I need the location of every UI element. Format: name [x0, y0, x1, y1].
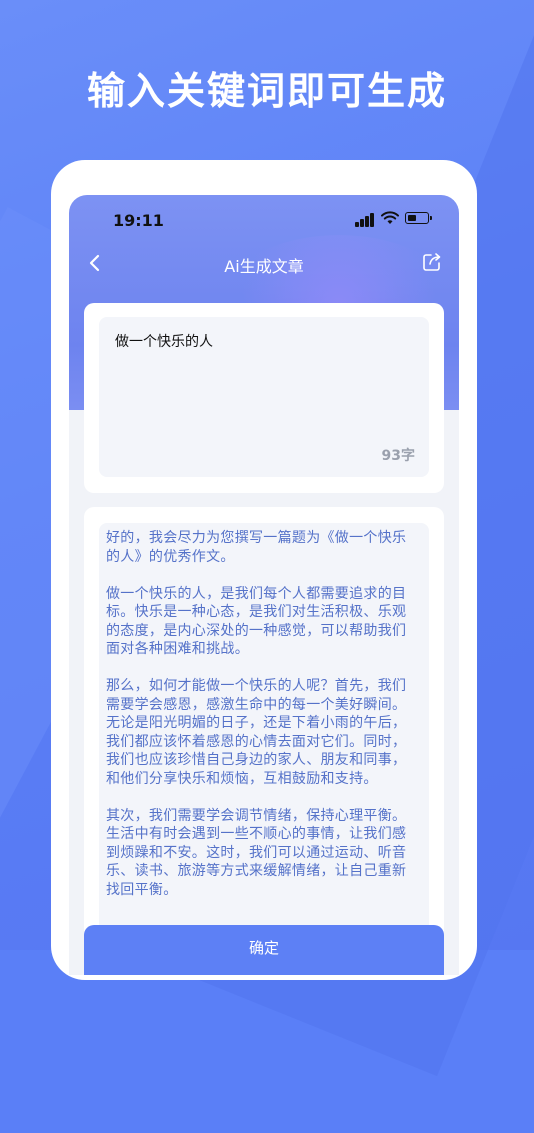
page-title: Ai生成文章 — [224, 257, 304, 276]
battery-icon — [405, 212, 432, 224]
generated-article-text: 好的，我会尽力为您撰写一篇题为《做一个快乐的人》的优秀作文。 做一个快乐的人，是… — [106, 529, 418, 918]
app-screen: 19:11 Ai生成文章 做一个快乐的人 93字 好的，我会尽力为您撰写一篇题为… — [69, 195, 459, 975]
generated-article-area[interactable]: 好的，我会尽力为您撰写一篇题为《做一个快乐的人》的优秀作文。 做一个快乐的人，是… — [99, 523, 429, 975]
generated-article-card: 好的，我会尽力为您撰写一篇题为《做一个快乐的人》的优秀作文。 做一个快乐的人，是… — [84, 507, 444, 975]
article-paragraph: 其次，我们需要学会调节情绪，保持心理平衡。生活中有时会遇到一些不顺心的事情，让我… — [106, 807, 407, 898]
article-paragraph: 做一个快乐的人，是我们每个人都需要追求的目标。快乐是一种心态，是我们对生活积极、… — [106, 585, 407, 658]
confirm-button[interactable]: 确定 — [84, 925, 444, 975]
cellular-signal-icon — [355, 213, 377, 227]
keyword-input-value: 做一个快乐的人 — [115, 334, 213, 350]
promo-headline: 输入关键词即可生成 — [86, 69, 447, 113]
status-time: 19:11 — [113, 211, 164, 230]
wifi-icon — [381, 211, 399, 224]
nav-bar: Ai生成文章 — [69, 243, 459, 283]
status-bar: 19:11 — [69, 195, 459, 243]
share-icon[interactable] — [421, 251, 443, 273]
article-paragraph: 好的，我会尽力为您撰写一篇题为《做一个快乐的人》的优秀作文。 — [106, 530, 407, 565]
char-count: 93字 — [381, 448, 415, 464]
keyword-input-card: 做一个快乐的人 93字 — [84, 303, 444, 493]
article-paragraph: 那么，如何才能做一个快乐的人呢？首先，我们需要学会感恩，感激生命中的每一个美好瞬… — [106, 678, 407, 787]
keyword-input[interactable]: 做一个快乐的人 93字 — [99, 317, 429, 477]
